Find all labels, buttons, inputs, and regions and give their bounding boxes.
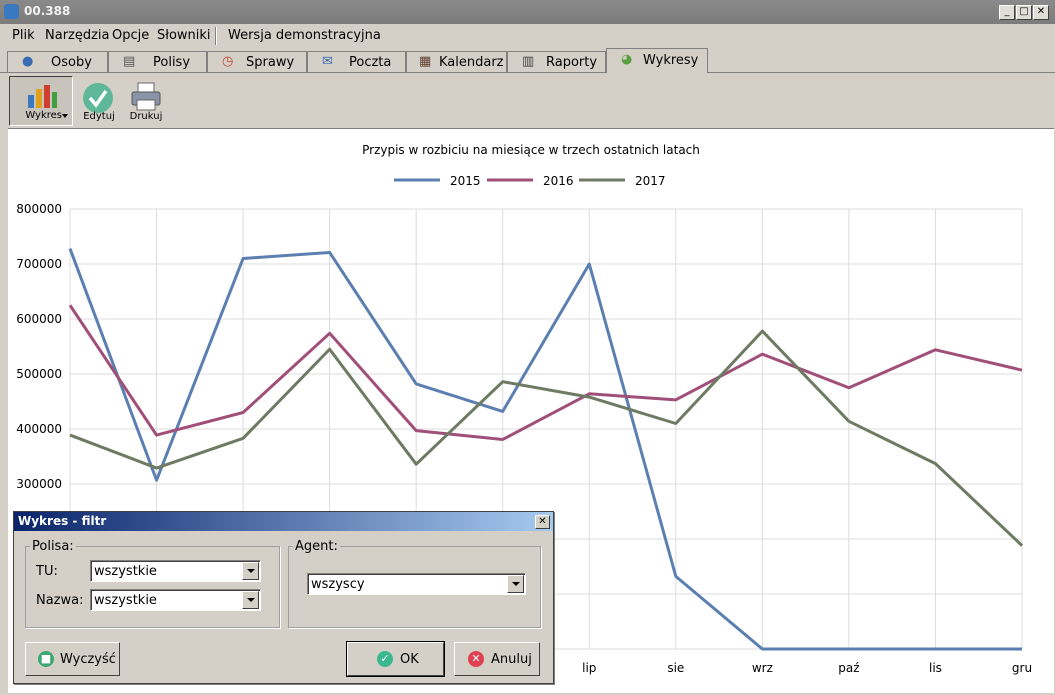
cancel-button[interactable]: ✕ Anuluj <box>454 642 540 676</box>
chevron-down-icon[interactable] <box>242 591 259 609</box>
menu-bar: Plik Narzędzia Opcje Słowniki Wersja dem… <box>0 24 1055 48</box>
print-button[interactable]: Drukuj <box>124 76 168 126</box>
clear-icon: ■ <box>38 651 54 667</box>
minimize-button[interactable]: _ <box>999 5 1015 20</box>
y-tick-label: 500000 <box>16 367 62 381</box>
tab-sprawy[interactable]: ◷ Sprawy <box>207 51 307 72</box>
chevron-down-icon[interactable] <box>242 562 259 580</box>
chevron-down-icon[interactable] <box>507 575 524 593</box>
tab-label: Sprawy <box>246 55 295 70</box>
tab-label: Raporty <box>546 55 598 70</box>
tab-bar: ● Osoby ▤ Polisy ◷ Sprawy ✉ Poczta ▦ Kal… <box>0 48 1055 73</box>
clear-button[interactable]: ■ Wyczyść <box>25 642 120 676</box>
nazwa-value: wszystkie <box>94 593 157 608</box>
menu-opcje[interactable]: Opcje <box>112 28 149 43</box>
window-title: 00.388 <box>24 4 71 18</box>
ok-button[interactable]: ✓ OK <box>346 641 445 677</box>
y-tick-label: 400000 <box>16 422 62 436</box>
dialog-title: Wykres - filtr <box>18 514 107 528</box>
nazwa-select[interactable]: wszystkie <box>90 589 261 611</box>
y-tick-label: 300000 <box>16 477 62 491</box>
tab-label: Kalendarz <box>439 55 504 70</box>
y-tick-label: 800000 <box>16 202 62 216</box>
report-icon: ▥ <box>522 54 535 69</box>
polisa-legend: Polisa: <box>32 539 74 554</box>
tu-select[interactable]: wszystkie <box>90 560 261 582</box>
chart-pie-icon: ◕ <box>621 52 633 67</box>
tu-label: TU: <box>36 564 58 579</box>
polisa-group: Polisa: <box>25 539 280 628</box>
legend-label: 2015 <box>450 174 481 188</box>
x-tick-label: lip <box>582 661 596 675</box>
x-tick-label: paź <box>838 661 859 675</box>
legend-label: 2016 <box>543 174 574 188</box>
tab-label: Polisy <box>153 55 191 70</box>
tu-value: wszystkie <box>94 564 157 579</box>
edit-label: Edytuj <box>83 111 115 122</box>
chart-type-label: Wykres <box>25 110 62 121</box>
checkmark-icon <box>83 83 113 113</box>
chart-type-button[interactable]: Wykres <box>9 76 73 126</box>
document-icon: ▤ <box>123 54 136 69</box>
bar-chart-icon <box>28 85 57 108</box>
x-tick-label: lis <box>929 661 942 675</box>
tab-poczta[interactable]: ✉ Poczta <box>307 51 406 72</box>
agent-legend: Agent: <box>295 539 338 554</box>
chevron-down-icon <box>62 114 68 118</box>
x-tick-label: gru <box>1012 661 1032 675</box>
tab-label: Wykresy <box>643 53 699 68</box>
cancel-label: Anuluj <box>491 652 532 667</box>
print-label: Drukuj <box>129 111 163 122</box>
ok-label: OK <box>400 652 419 667</box>
dialog-titlebar: Wykres - filtr ✕ <box>14 512 553 531</box>
filter-dialog: Wykres - filtr ✕ Polisa: TU: wszystkie N… <box>13 511 554 684</box>
tab-wykresy[interactable]: ◕ Wykresy <box>606 48 708 73</box>
toolbar: Wykres Edytuj Drukuj <box>0 72 1055 127</box>
calendar-icon: ▦ <box>419 54 432 69</box>
clear-label: Wyczyść <box>60 652 116 667</box>
window-titlebar: 00.388 _ □ ✕ <box>0 0 1055 24</box>
edit-button[interactable]: Edytuj <box>78 76 120 126</box>
tab-label: Poczta <box>349 55 392 70</box>
maximize-button[interactable]: □ <box>1016 5 1032 20</box>
printer-icon <box>131 82 161 111</box>
y-tick-label: 600000 <box>16 312 62 326</box>
menu-narzedzia[interactable]: Narzędzia <box>45 28 110 43</box>
dialog-close-button[interactable]: ✕ <box>535 515 550 529</box>
x-tick-label: sie <box>667 661 684 675</box>
tab-polisy[interactable]: ▤ Polisy <box>108 51 207 72</box>
x-tick-label: wrz <box>752 661 773 675</box>
mail-icon: ✉ <box>322 54 333 69</box>
tab-label: Osoby <box>51 55 92 70</box>
close-button[interactable]: ✕ <box>1033 5 1049 20</box>
checkmark-icon: ✓ <box>377 651 393 667</box>
menu-slowniki[interactable]: Słowniki <box>157 28 211 43</box>
menu-plik[interactable]: Plik <box>12 28 35 43</box>
agent-value: wszyscy <box>311 577 365 592</box>
legend-label: 2017 <box>635 174 666 188</box>
person-icon: ● <box>22 54 34 69</box>
series-line-2016 <box>68 304 1023 441</box>
tab-kalendarz[interactable]: ▦ Kalendarz <box>406 51 507 72</box>
clock-icon: ◷ <box>222 54 234 69</box>
tab-osoby[interactable]: ● Osoby <box>7 51 108 72</box>
app-icon <box>4 4 19 19</box>
tab-raporty[interactable]: ▥ Raporty <box>507 51 606 72</box>
nazwa-label: Nazwa: <box>36 593 84 608</box>
y-tick-label: 700000 <box>16 257 62 271</box>
agent-select[interactable]: wszyscy <box>307 573 526 595</box>
cancel-icon: ✕ <box>468 651 484 667</box>
menu-separator <box>215 27 217 45</box>
menu-demo-version[interactable]: Wersja demonstracyjna <box>228 28 381 43</box>
